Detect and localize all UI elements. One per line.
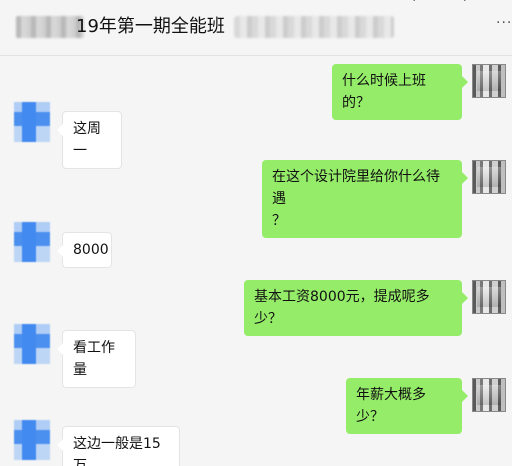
- my-avatar[interactable]: [472, 64, 506, 98]
- chat-header: ·· 19年第一期全能班 ···: [0, 0, 512, 56]
- redacted-name-suffix: [234, 16, 394, 38]
- window-controls[interactable]: ··: [412, 0, 512, 8]
- redacted-name-prefix: [16, 16, 84, 38]
- ellipsis-icon[interactable]: ···: [496, 12, 512, 34]
- contact-message-bubble[interactable]: 这周一: [57, 111, 122, 169]
- contact-avatar[interactable]: [14, 324, 50, 364]
- contact-message-bubble[interactable]: 这边一般是15万: [57, 426, 180, 466]
- contact-avatar[interactable]: [14, 102, 50, 142]
- my-avatar[interactable]: [472, 378, 506, 412]
- my-message-bubble[interactable]: 什么时候上班的？: [332, 64, 468, 120]
- contact-message-bubble[interactable]: 8000: [57, 232, 112, 268]
- my-message-bubble[interactable]: 年薪大概多少？: [346, 378, 468, 434]
- contact-avatar[interactable]: [14, 420, 50, 460]
- my-message-bubble[interactable]: 基本工资8000元，提成呢多少？: [244, 280, 468, 336]
- my-avatar[interactable]: [472, 280, 506, 314]
- my-avatar[interactable]: [472, 160, 506, 194]
- contact-avatar[interactable]: [14, 222, 50, 262]
- my-message-bubble[interactable]: 在这个设计院里给你什么待遇 ？: [262, 160, 468, 238]
- contact-message-bubble[interactable]: 看工作量: [57, 330, 136, 388]
- chat-title: 19年第一期全能班: [76, 16, 225, 37]
